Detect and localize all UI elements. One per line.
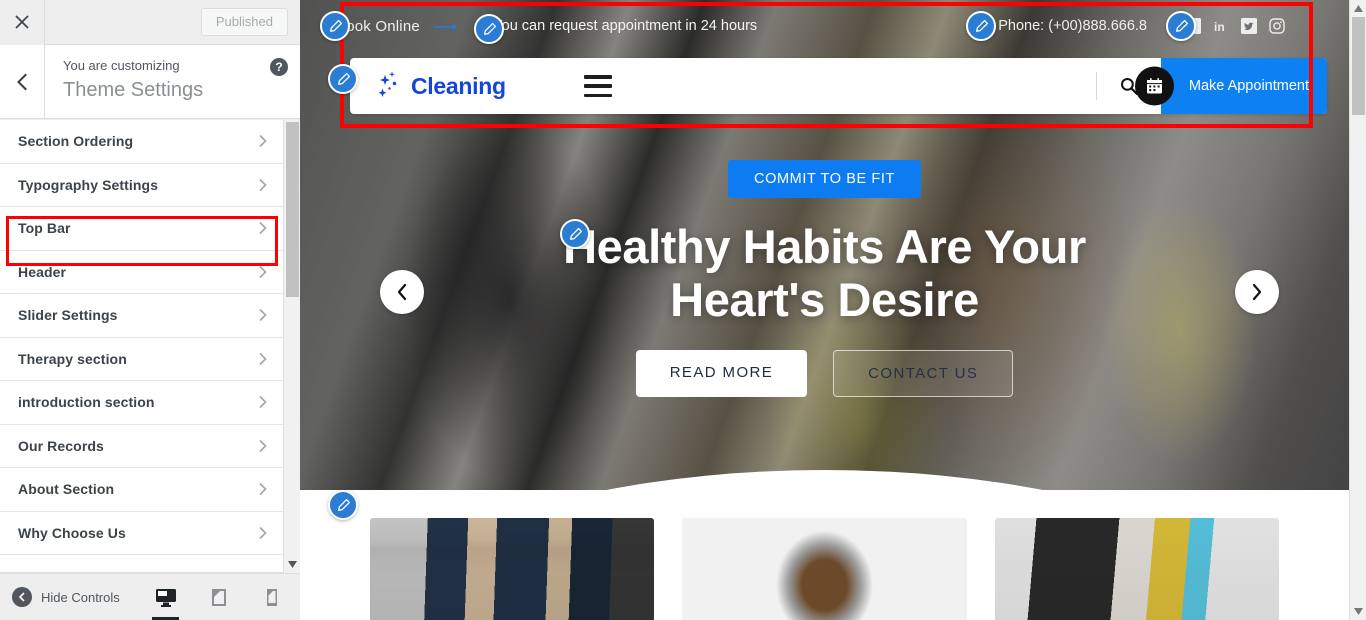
slider-prev-button[interactable] <box>380 270 424 314</box>
customizer-sidebar: Published You are customizing Theme Sett… <box>0 0 300 620</box>
hero-slider-content: COMMIT TO BE FIT Healthy Habits Are Your… <box>300 160 1349 397</box>
panel-subtitle: You are customizing <box>63 58 180 73</box>
edit-pencil-header[interactable] <box>328 64 358 94</box>
customizer-topbar: Published <box>0 0 300 45</box>
sidebar-item-label: Top Bar <box>18 220 71 237</box>
sidebar-item-label: Section Ordering <box>18 133 134 150</box>
sidebar-item-about-section[interactable]: About Section <box>0 468 288 512</box>
sidebar-item-top-bar[interactable]: Top Bar <box>0 207 288 251</box>
phone-number: Phone: (+00)888.666.8 <box>998 18 1147 34</box>
card-3[interactable] <box>994 518 1279 620</box>
sidebar-item-label: introduction section <box>18 394 155 411</box>
sidebar-item-label: About Section <box>18 481 115 498</box>
device-preview-switcher <box>149 578 300 620</box>
sidebar-item-label: Slider Settings <box>18 307 118 324</box>
instagram-icon[interactable] <box>1269 18 1285 34</box>
customizer-section-list: Section Ordering Typography Settings Top… <box>0 120 288 573</box>
sidebar-scrollbar-thumb[interactable] <box>286 122 299 297</box>
chevron-right-icon <box>258 134 268 148</box>
chevron-right-icon <box>258 395 268 409</box>
sidebar-item-why-choose-us[interactable]: Why Choose Us <box>0 511 288 555</box>
edit-pencil-topbar-left[interactable] <box>320 11 350 41</box>
top-bar-left: Book Online ⟶ You can request appointmen… <box>336 18 757 35</box>
edit-pencil-cards[interactable] <box>328 490 358 520</box>
hamburger-menu-icon[interactable] <box>583 75 612 97</box>
customizer-footer: Hide Controls <box>0 573 300 620</box>
sparkle-icon <box>376 69 402 104</box>
site-preview-pane: Book Online ⟶ You can request appointmen… <box>300 0 1366 620</box>
sidebar-item-label: Why Choose Us <box>18 524 126 541</box>
device-mobile-button[interactable] <box>255 578 288 616</box>
card-1[interactable] <box>370 518 655 620</box>
top-bar-right: Phone: (+00)888.666.8 in <box>976 16 1335 36</box>
chevron-right-icon <box>258 178 268 192</box>
make-appointment-label: Make Appointment <box>1188 78 1309 94</box>
edit-pencil-topbar-text[interactable] <box>474 14 504 44</box>
service-cards-row <box>300 518 1349 620</box>
site-logo[interactable]: Cleaning <box>376 69 506 104</box>
sidebar-item-typography-settings[interactable]: Typography Settings <box>0 163 288 207</box>
scroll-down-icon[interactable] <box>284 556 301 573</box>
slider-buttons: READ MORE CONTACT US <box>300 350 1349 397</box>
calendar-icon <box>1134 66 1174 106</box>
close-icon[interactable] <box>0 0 45 45</box>
chevron-right-icon <box>258 352 268 366</box>
preview-scrollbar[interactable] <box>1349 0 1366 620</box>
chevron-right-icon <box>258 526 268 540</box>
chevron-right-icon <box>258 439 268 453</box>
sidebar-item-slider-settings[interactable]: Slider Settings <box>0 294 288 338</box>
help-icon[interactable]: ? <box>270 58 288 76</box>
chevron-right-icon <box>258 221 268 235</box>
panel-header: You are customizing Theme Settings ? <box>0 45 300 119</box>
svg-text:in: in <box>1214 20 1225 34</box>
customizer-screen: Published You are customizing Theme Sett… <box>0 0 1366 620</box>
sidebar-item-our-records[interactable]: Our Records <box>0 424 288 468</box>
sidebar-item-label: Therapy section <box>18 350 127 367</box>
chevron-right-icon <box>258 482 268 496</box>
sidebar-item-introduction-section[interactable]: introduction section <box>0 381 288 425</box>
chevron-right-icon <box>258 308 268 322</box>
slider-heading: Healthy Habits Are Your Heart's Desire <box>563 220 1086 326</box>
site-header: Cleaning Make Appointment <box>350 58 1327 114</box>
hide-controls-label: Hide Controls <box>41 589 120 605</box>
page-title: Theme Settings <box>63 79 204 101</box>
sidebar-item-label: Our Records <box>18 437 104 454</box>
header-right: Make Appointment <box>1095 58 1327 114</box>
top-bar-request-text: You can request appointment in 24 hours <box>493 18 758 34</box>
sidebar-item-label: Typography Settings <box>18 176 159 193</box>
make-appointment-button[interactable]: Make Appointment <box>1134 58 1327 114</box>
linkedin-icon[interactable]: in <box>1213 18 1229 34</box>
preview-scroll-up-icon[interactable] <box>1350 0 1366 17</box>
preview-scrollbar-thumb[interactable] <box>1352 17 1365 115</box>
back-button[interactable] <box>0 45 45 118</box>
card-2[interactable] <box>682 518 967 620</box>
slider-next-button[interactable] <box>1235 270 1279 314</box>
sidebar-scrollbar[interactable] <box>283 120 300 573</box>
sidebar-item-section-ordering[interactable]: Section Ordering <box>0 120 288 164</box>
preview-scroll-down-icon[interactable] <box>1350 603 1366 620</box>
read-more-button[interactable]: READ MORE <box>635 350 808 397</box>
edit-pencil-slider[interactable] <box>560 219 590 249</box>
sidebar-item-label: Header <box>18 263 67 280</box>
collapse-icon <box>12 587 32 607</box>
sidebar-item-therapy-section[interactable]: Therapy section <box>0 337 288 381</box>
social-links: in <box>1185 18 1285 34</box>
sidebar-item-header[interactable]: Header <box>0 250 288 294</box>
hide-controls-button[interactable]: Hide Controls <box>12 587 120 607</box>
site-frame: Book Online ⟶ You can request appointmen… <box>300 0 1349 620</box>
contact-us-button[interactable]: CONTACT US <box>833 350 1014 397</box>
edit-pencil-social[interactable] <box>1166 11 1196 41</box>
device-tablet-button[interactable] <box>202 578 235 616</box>
brand-name: Cleaning <box>411 72 506 99</box>
arrow-right-icon: ⟶ <box>432 16 458 36</box>
slider-tagline-button[interactable]: COMMIT TO BE FIT <box>728 160 921 198</box>
publish-area: Published <box>45 8 300 36</box>
publish-button[interactable]: Published <box>200 8 288 36</box>
device-desktop-button[interactable] <box>149 578 182 620</box>
twitter-icon[interactable] <box>1241 18 1257 34</box>
panel-titles: You are customizing Theme Settings ? <box>45 45 300 118</box>
chevron-right-icon <box>258 265 268 279</box>
edit-pencil-phone[interactable] <box>966 11 996 41</box>
